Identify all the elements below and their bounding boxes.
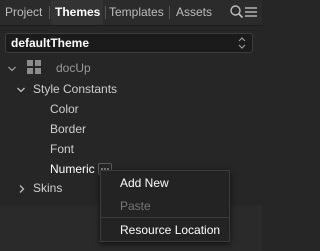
- tab-bar: Project Themes Templates Assets: [0, 0, 262, 26]
- theme-select[interactable]: defaultTheme: [5, 33, 253, 53]
- tab-themes[interactable]: Themes: [51, 0, 106, 25]
- expand-chevron-icon[interactable]: [16, 84, 26, 94]
- context-menu: Add New Paste Resource Location: [100, 170, 230, 242]
- menu-item-paste[interactable]: Paste: [101, 194, 229, 218]
- tree-item-font[interactable]: Font: [50, 139, 74, 159]
- search-icon[interactable]: [229, 4, 245, 20]
- tree-item-numeric[interactable]: Numeric: [50, 159, 95, 179]
- menu-item-add-new[interactable]: Add New: [101, 171, 229, 195]
- menu-item-label: Paste: [120, 199, 151, 213]
- tab-templates[interactable]: Templates: [109, 0, 170, 25]
- menu-icon[interactable]: [244, 4, 260, 20]
- tab-assets[interactable]: Assets: [176, 0, 216, 25]
- collapse-chevron-icon[interactable]: [17, 183, 27, 193]
- menu-item-label: Add New: [120, 176, 169, 190]
- theme-select-value: defaultTheme: [11, 36, 90, 50]
- menu-item-resource-location[interactable]: Resource Location: [101, 218, 229, 242]
- theme-grid-icon: [27, 60, 41, 74]
- tab-project[interactable]: Project: [5, 0, 50, 25]
- expand-chevron-icon[interactable]: [7, 63, 17, 73]
- tree-item-skins[interactable]: Skins: [33, 178, 62, 198]
- tree-item-style-constants[interactable]: Style Constants: [33, 79, 117, 99]
- select-caret-icon: [237, 36, 247, 53]
- tree-item-border[interactable]: Border: [50, 119, 86, 139]
- tree-root-label[interactable]: docUp: [56, 58, 91, 78]
- menu-item-label: Resource Location: [120, 223, 221, 237]
- tree-item-color[interactable]: Color: [50, 99, 79, 119]
